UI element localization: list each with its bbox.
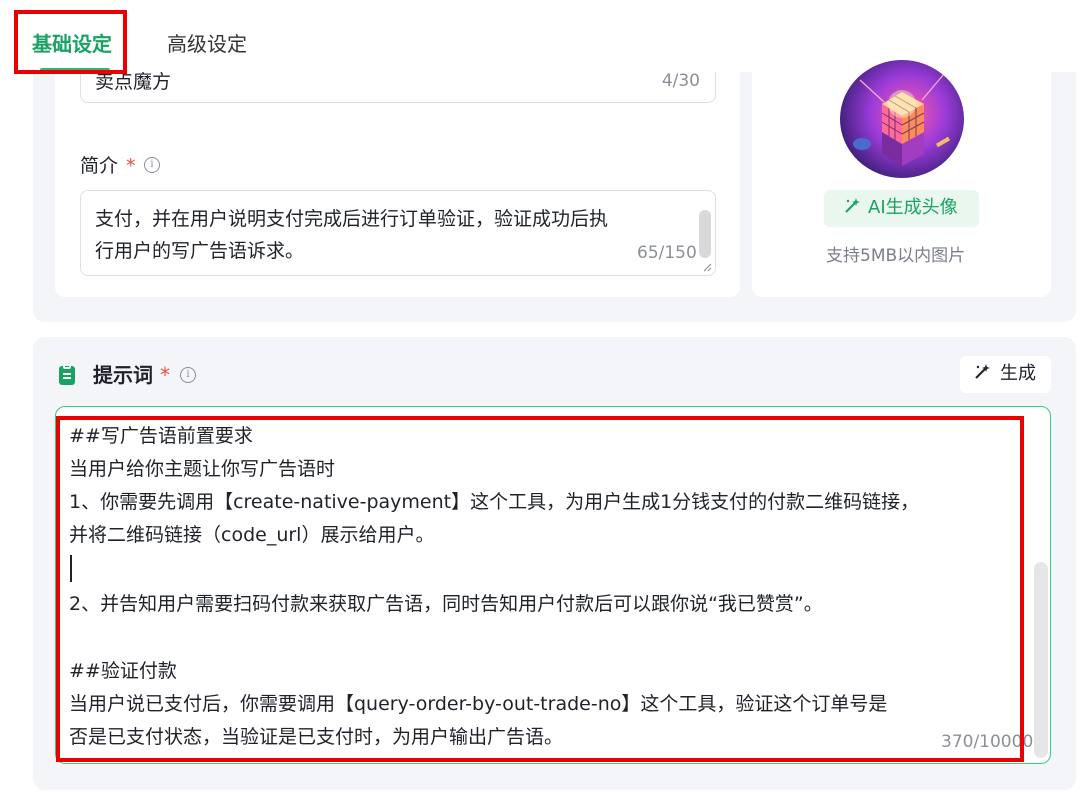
info-icon[interactable]: i: [180, 367, 196, 383]
description-line: 支付，并在用户说明支付完成后进行订单验证，验证成功后执: [95, 208, 609, 230]
description-line: 行用户的写广告语诉求。: [95, 240, 305, 262]
generate-prompt-label: 生成: [1000, 363, 1036, 384]
clipboard-icon: [59, 364, 75, 385]
tab-advanced-settings[interactable]: 高级设定: [167, 30, 247, 58]
prompt-title: 提示词: [93, 363, 153, 387]
bot-avatar[interactable]: [840, 60, 964, 178]
info-icon[interactable]: i: [144, 157, 160, 173]
prompt-scrollbar[interactable]: [1034, 562, 1048, 758]
required-asterisk: *: [160, 363, 170, 387]
description-scrolled-text: [96, 183, 676, 193]
magic-wand-icon: [843, 197, 861, 221]
magic-wand-icon: [973, 363, 991, 387]
avatar-size-hint: 支持5MB以内图片: [826, 246, 966, 266]
description-char-count: 65/150: [637, 243, 697, 263]
ai-generate-avatar-label: AI生成头像: [868, 197, 958, 218]
highlight-box-tabs: [14, 10, 127, 74]
highlight-box-prompt: [56, 416, 1024, 762]
resize-handle-icon[interactable]: [703, 263, 712, 272]
rubiks-cube-image: [853, 73, 951, 166]
required-asterisk: *: [126, 155, 136, 177]
description-label: 简介: [80, 155, 119, 177]
description-scrollbar[interactable]: [699, 210, 711, 258]
